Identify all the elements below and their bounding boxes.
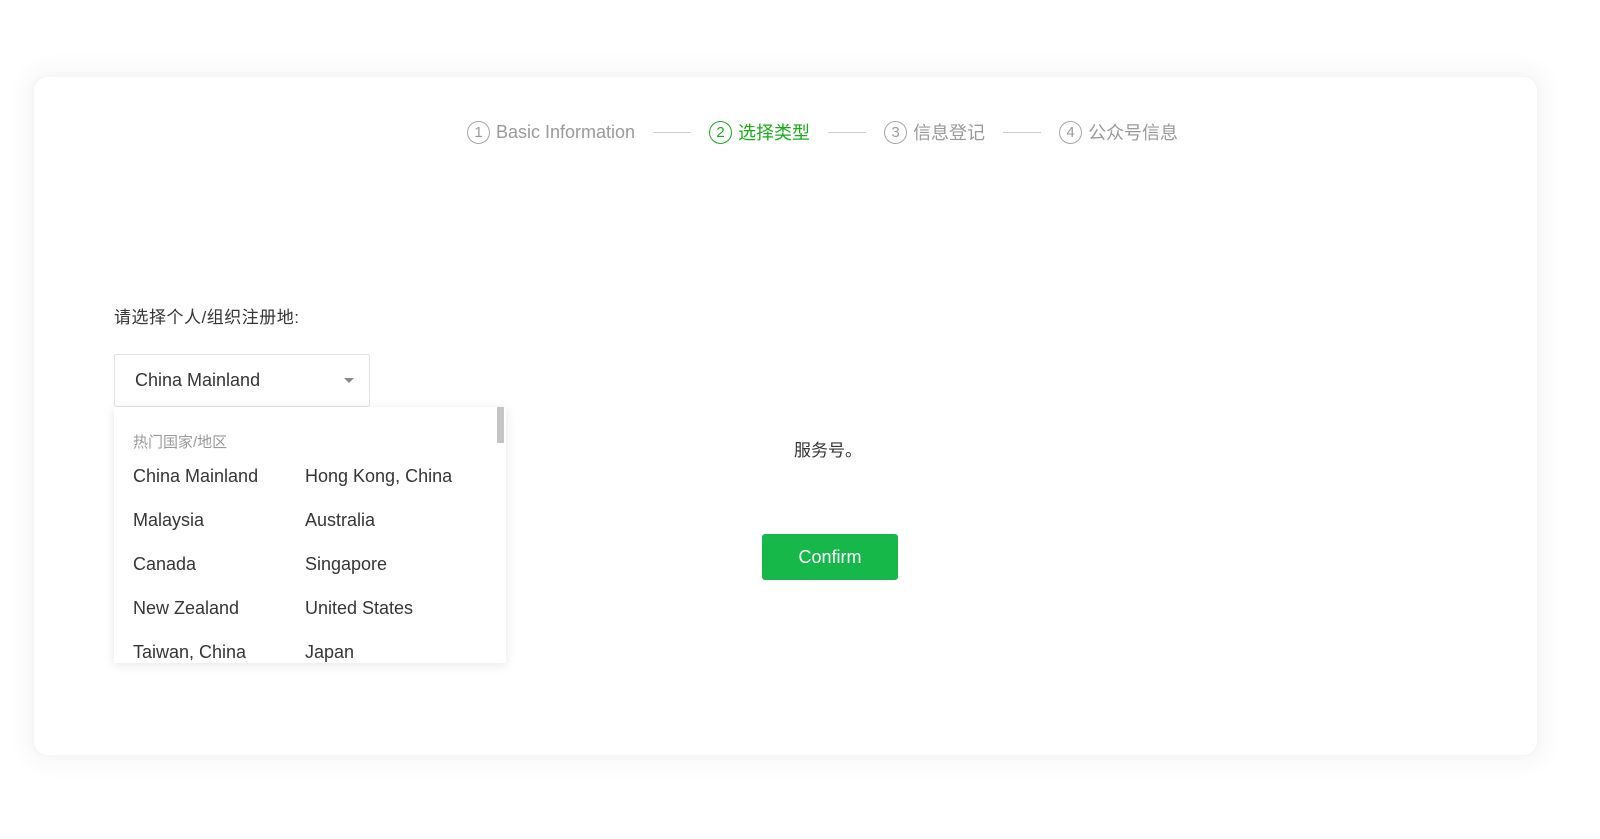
option-new-zealand[interactable]: New Zealand	[133, 595, 305, 639]
region-select[interactable]: China Mainland	[114, 354, 370, 407]
step-label: 信息登记	[913, 123, 986, 143]
region-prompt-label: 请选择个人/组织注册地:	[114, 308, 300, 327]
step-separator	[1003, 131, 1042, 133]
step-separator	[653, 131, 692, 133]
option-canada[interactable]: Canada	[133, 551, 305, 595]
dropdown-scrollbar[interactable]	[497, 407, 504, 443]
option-united-states[interactable]: United States	[305, 595, 493, 639]
step-label: 选择类型	[738, 123, 811, 143]
step-label: 公众号信息	[1088, 123, 1179, 143]
caret-down-icon	[344, 378, 354, 383]
step-basic-information: 1 Basic Information	[467, 120, 636, 144]
step-number-2: 2	[709, 120, 733, 144]
step-label: Basic Information	[496, 121, 636, 142]
option-hong-kong-china[interactable]: Hong Kong, China	[305, 463, 493, 507]
dropdown-options: China Mainland Hong Kong, China Malaysia…	[133, 463, 493, 663]
confirm-button[interactable]: Confirm	[762, 534, 898, 580]
option-australia[interactable]: Australia	[305, 507, 493, 551]
region-select-value: China Mainland	[135, 370, 261, 390]
option-china-mainland[interactable]: China Mainland	[133, 463, 305, 507]
step-number-4: 4	[1059, 120, 1083, 144]
step-indicator: 1 Basic Information 2 选择类型 3 信息登记 4 公众号信…	[467, 118, 1178, 146]
option-malaysia[interactable]: Malaysia	[133, 507, 305, 551]
step-number-1: 1	[467, 120, 490, 144]
step-select-type: 2 选择类型	[709, 119, 810, 145]
step-info-registration: 3 信息登记	[884, 119, 985, 145]
option-taiwan-china[interactable]: Taiwan, China	[133, 639, 305, 663]
dropdown-group-title: 热门国家/地区	[133, 434, 228, 451]
step-separator	[828, 131, 867, 133]
region-dropdown-menu: 热门国家/地区 China Mainland Hong Kong, China …	[114, 407, 506, 663]
hint-tail-text: 服务号。	[794, 441, 862, 460]
option-singapore[interactable]: Singapore	[305, 551, 493, 595]
option-japan[interactable]: Japan	[305, 639, 493, 663]
step-number-3: 3	[884, 120, 908, 144]
step-account-info: 4 公众号信息	[1059, 119, 1178, 145]
